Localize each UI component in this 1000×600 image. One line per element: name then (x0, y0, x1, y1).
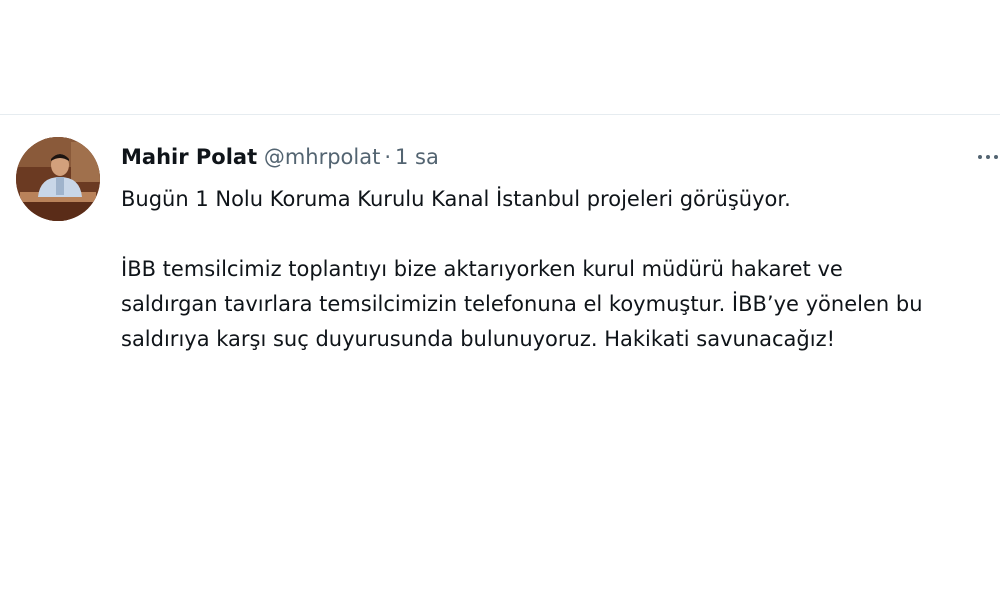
more-dot (978, 155, 982, 159)
author-handle[interactable]: @mhrpolat (264, 145, 381, 169)
avatar-photo-icon (16, 137, 100, 221)
header-separator: · (384, 145, 392, 169)
tweet-text-line: İBB temsilcimiz toplantıyı bize aktarıyo… (121, 257, 843, 281)
author-name[interactable]: Mahir Polat (121, 145, 257, 169)
author-avatar[interactable] (16, 137, 100, 221)
tweet-text: Bugün 1 Nolu Koruma Kurulu Kanal İstanbu… (121, 182, 1000, 357)
top-divider (0, 114, 1000, 115)
tweet-text-line: saldırıya karşı suç duyurusunda bulunuyo… (121, 327, 836, 351)
tweet-text-line: Bugün 1 Nolu Koruma Kurulu Kanal İstanbu… (121, 187, 791, 211)
tweet-screenshot: Mahir Polat @mhrpolat · 1 sa Bugün 1 Nolu … (0, 0, 1000, 600)
tweet-header: Mahir Polat @mhrpolat · 1 sa (121, 143, 439, 171)
more-dot (994, 155, 998, 159)
tweet-timestamp[interactable]: 1 sa (395, 145, 439, 169)
more-dot (986, 155, 990, 159)
more-options-icon[interactable] (978, 150, 1000, 164)
tweet-text-line: saldırgan tavırlara temsilcimizin telefo… (121, 292, 923, 316)
